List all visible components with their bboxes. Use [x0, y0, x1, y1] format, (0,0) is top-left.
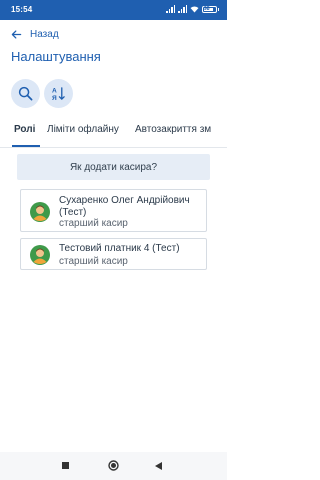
- tab-bar: Ролі Ліміти офлайну Автозакриття зм: [0, 118, 227, 148]
- tab-roles[interactable]: Ролі: [14, 124, 35, 135]
- system-nav-bar: [0, 452, 227, 480]
- battery-icon: 98: [202, 5, 219, 13]
- status-time: 15:54: [11, 5, 33, 14]
- status-icons: 98: [166, 5, 219, 13]
- home-icon[interactable]: [108, 460, 119, 471]
- how-to-add-cashier-button[interactable]: Як додати касира?: [17, 154, 210, 180]
- back-nav-icon[interactable]: [155, 462, 162, 470]
- cashier-name: Сухаренко Олег Андрійович (Тест): [59, 195, 190, 218]
- svg-text:Я: Я: [52, 95, 57, 101]
- back-button[interactable]: Назад: [11, 29, 59, 40]
- active-tab-indicator: [12, 145, 40, 147]
- search-button[interactable]: [11, 79, 40, 108]
- battery-level: 98: [204, 5, 210, 12]
- page-title: Налаштування: [11, 49, 101, 64]
- signal-icon: [166, 5, 175, 13]
- user-avatar-icon: [30, 202, 50, 222]
- signal-icon-2: [178, 5, 187, 13]
- tab-offline-limits[interactable]: Ліміти офлайну: [47, 124, 119, 135]
- recents-icon[interactable]: [62, 462, 69, 469]
- cashier-card[interactable]: Тестовий платник 4 (Тест) старший касир: [20, 238, 207, 270]
- cashier-name: Тестовий платник 4 (Тест): [59, 243, 180, 254]
- sort-button[interactable]: A Я: [44, 79, 73, 108]
- tab-auto-close[interactable]: Автозакриття зм: [135, 124, 211, 135]
- sort-alpha-icon: A Я: [52, 87, 65, 101]
- arrow-left-icon: [11, 30, 22, 39]
- wifi-icon: [190, 6, 199, 12]
- cashier-role: старший касир: [59, 256, 128, 267]
- back-label: Назад: [30, 29, 59, 40]
- cashier-role: старший касир: [59, 218, 128, 229]
- cashier-card[interactable]: Сухаренко Олег Андрійович (Тест) старший…: [20, 189, 207, 232]
- user-avatar-icon: [30, 245, 50, 265]
- status-bar: 15:54 98: [0, 0, 227, 20]
- search-icon: [18, 86, 33, 101]
- svg-text:A: A: [52, 88, 57, 95]
